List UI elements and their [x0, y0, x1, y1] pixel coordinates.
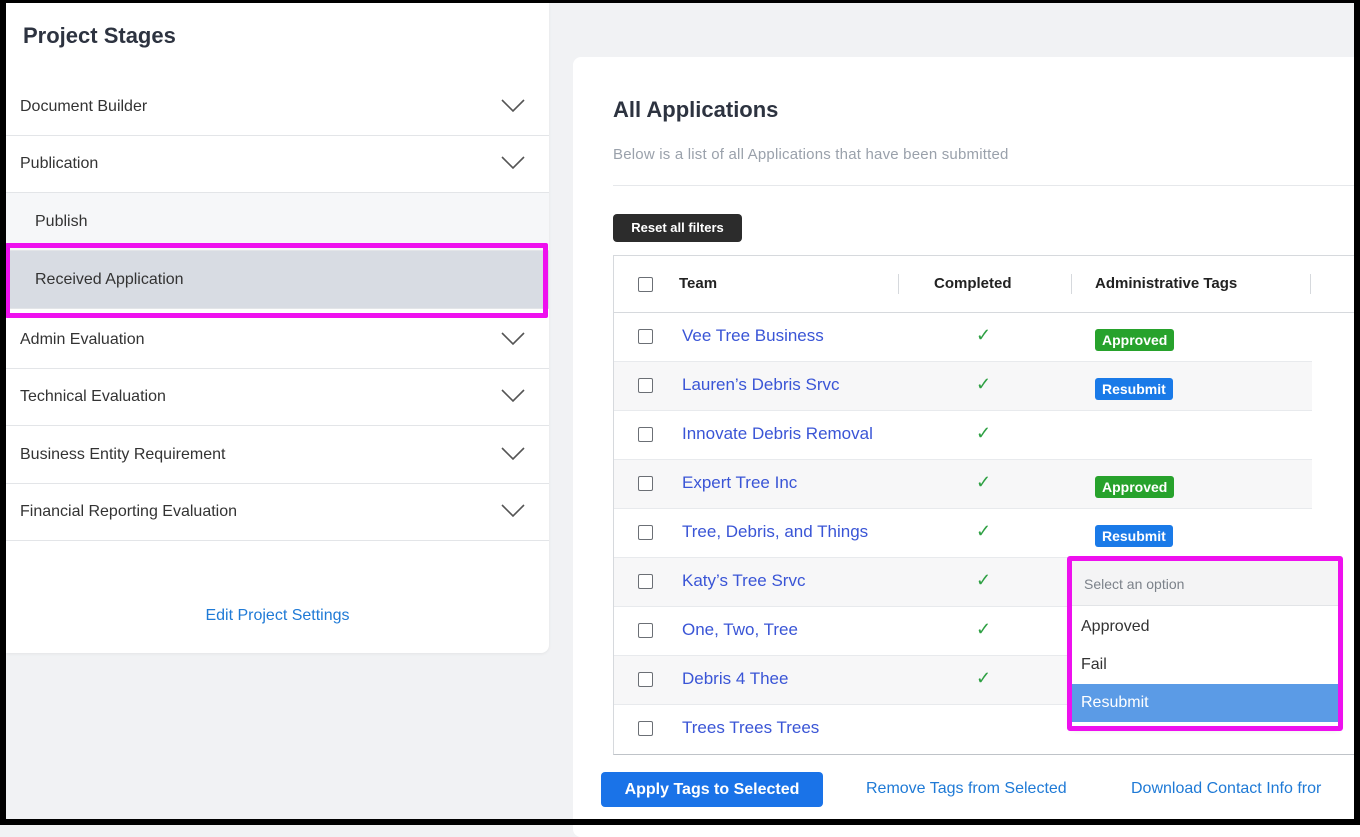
completed-check-icon: ✓ — [976, 668, 992, 688]
team-link[interactable]: Katy’s Tree Srvc — [682, 571, 805, 591]
reset-filters-button[interactable]: Reset all filters — [613, 214, 742, 242]
table-row: Innovate Debris Removal ✓ — [614, 411, 1312, 460]
tag-badge-resubmit: Resubmit — [1095, 525, 1173, 547]
completed-check-icon: ✓ — [976, 521, 992, 541]
sidebar-item-document-builder[interactable]: Document Builder — [6, 79, 549, 136]
table-row: Expert Tree Inc ✓ Approved — [614, 460, 1312, 509]
chevron-down-icon — [501, 447, 525, 461]
row-checkbox[interactable] — [638, 672, 653, 687]
table-row: Tree, Debris, and Things ✓ Resubmit — [614, 509, 1312, 558]
sidebar-item-label: Financial Reporting Evaluation — [20, 503, 238, 520]
table-row: Vee Tree Business ✓ Approved — [614, 313, 1312, 362]
column-header-completed[interactable]: Completed — [934, 275, 1012, 292]
sidebar-item-admin-evaluation[interactable]: Admin Evaluation — [6, 312, 549, 369]
project-stages-sidebar: Project Stages Document Builder Publicat… — [6, 3, 549, 653]
row-checkbox[interactable] — [638, 378, 653, 393]
row-checkbox[interactable] — [638, 623, 653, 638]
sidebar-item-label: Business Entity Requirement — [20, 446, 226, 463]
sidebar-item-label: Technical Evaluation — [20, 388, 166, 405]
table-row: Lauren’s Debris Srvc ✓ Resubmit — [614, 362, 1312, 411]
sidebar-item-technical-evaluation[interactable]: Technical Evaluation — [6, 369, 549, 426]
row-checkbox[interactable] — [638, 427, 653, 442]
completed-check-icon: ✓ — [976, 619, 992, 639]
completed-check-icon: ✓ — [976, 325, 992, 345]
highlight-box-dropdown — [1067, 556, 1343, 731]
sidebar-item-label: Document Builder — [20, 98, 148, 115]
chevron-down-icon — [501, 504, 525, 518]
team-link[interactable]: Vee Tree Business — [682, 326, 824, 346]
chevron-down-icon — [501, 156, 525, 170]
page-subtitle: Below is a list of all Applications that… — [613, 146, 1009, 163]
divider — [613, 185, 1360, 186]
edit-project-settings-link[interactable]: Edit Project Settings — [6, 607, 549, 625]
team-link[interactable]: One, Two, Tree — [682, 620, 798, 640]
sidebar-item-label: Publication — [20, 155, 99, 172]
chevron-down-icon — [501, 332, 525, 346]
team-link[interactable]: Debris 4 Thee — [682, 669, 788, 689]
table-header: Team Completed Administrative Tags — [614, 256, 1360, 313]
column-divider — [1310, 274, 1311, 294]
column-header-administrative-tags[interactable]: Administrative Tags — [1095, 275, 1237, 292]
completed-check-icon: ✓ — [976, 472, 992, 492]
completed-check-icon: ✓ — [976, 423, 992, 443]
team-link[interactable]: Expert Tree Inc — [682, 473, 797, 493]
team-link[interactable]: Trees Trees Trees — [682, 718, 819, 738]
row-checkbox[interactable] — [638, 525, 653, 540]
team-link[interactable]: Lauren’s Debris Srvc — [682, 375, 839, 395]
sidebar-item-label: Publish — [35, 213, 88, 230]
remove-tags-button[interactable]: Remove Tags from Selected — [866, 780, 1067, 798]
row-checkbox[interactable] — [638, 574, 653, 589]
row-checkbox[interactable] — [638, 721, 653, 736]
select-all-checkbox[interactable] — [638, 277, 653, 292]
sidebar-item-label: Admin Evaluation — [20, 331, 145, 348]
column-divider — [1071, 274, 1072, 294]
tag-badge-approved: Approved — [1095, 329, 1175, 351]
tag-badge-resubmit: Resubmit — [1095, 378, 1173, 400]
apply-tags-button[interactable]: Apply Tags to Selected — [601, 772, 823, 807]
sidebar-title: Project Stages — [23, 23, 176, 48]
sidebar-item-financial-reporting-evaluation[interactable]: Financial Reporting Evaluation — [6, 484, 549, 541]
row-checkbox[interactable] — [638, 329, 653, 344]
sidebar-item-business-entity-requirement[interactable]: Business Entity Requirement — [6, 427, 549, 484]
tag-badge-approved: Approved — [1095, 476, 1175, 498]
highlight-box-received-application — [5, 243, 548, 318]
column-header-team[interactable]: Team — [679, 275, 717, 292]
download-contact-info-button[interactable]: Download Contact Info fror — [1131, 780, 1321, 798]
team-link[interactable]: Innovate Debris Removal — [682, 424, 873, 444]
column-divider — [898, 274, 899, 294]
completed-check-icon: ✓ — [976, 570, 992, 590]
sidebar-item-publication[interactable]: Publication — [6, 136, 549, 193]
completed-check-icon: ✓ — [976, 374, 992, 394]
row-checkbox[interactable] — [638, 476, 653, 491]
team-link[interactable]: Tree, Debris, and Things — [682, 522, 868, 542]
chevron-down-icon — [501, 389, 525, 403]
chevron-down-icon — [501, 99, 525, 113]
page-title: All Applications — [613, 97, 779, 122]
